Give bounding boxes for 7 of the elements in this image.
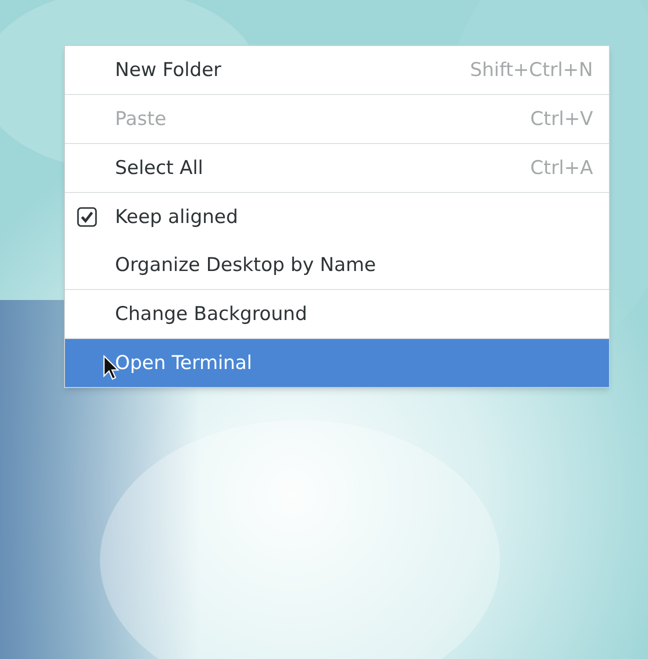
menu-item[interactable]: Select All Ctrl+A — [65, 144, 609, 192]
menu-item[interactable]: Change Background — [65, 290, 609, 338]
menu-item[interactable]: Organize Desktop by Name — [65, 241, 609, 289]
menu-item[interactable]: New Folder Shift+Ctrl+N — [65, 46, 609, 94]
menu-item[interactable]: Keep aligned — [65, 193, 609, 241]
menu-item[interactable]: Open Terminal — [65, 339, 609, 387]
checkbox[interactable] — [77, 207, 97, 227]
